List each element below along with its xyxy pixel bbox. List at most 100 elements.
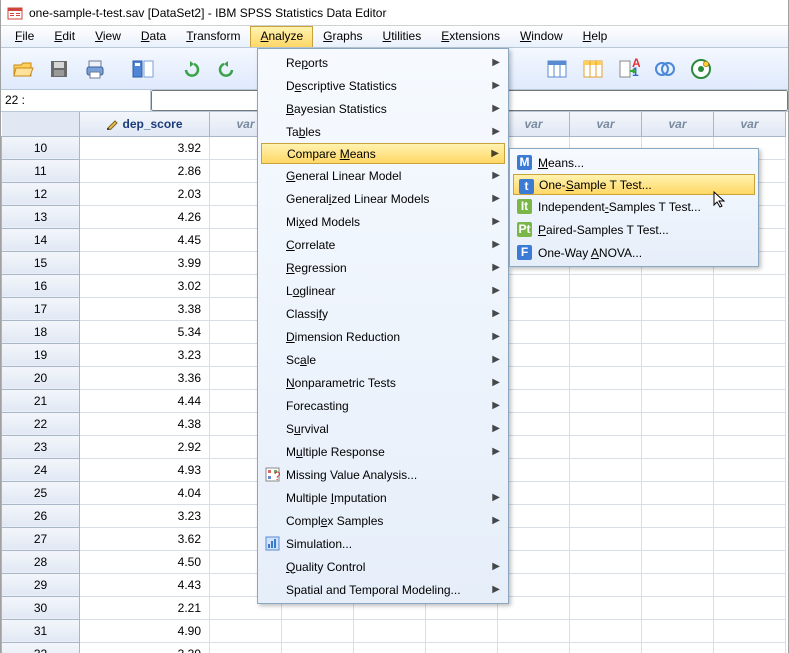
menu-item-simulation[interactable]: Simulation... <box>260 532 506 555</box>
menu-item-mixed-models[interactable]: Mixed Models▶ <box>260 210 506 233</box>
submenu-item-one-way-anova[interactable]: FOne-Way ANOVA... <box>512 241 756 264</box>
cell[interactable]: 3.38 <box>80 297 210 320</box>
cell-empty[interactable] <box>210 642 282 653</box>
menu-item-multiple-response[interactable]: Multiple Response▶ <box>260 440 506 463</box>
cell-empty[interactable] <box>714 481 786 504</box>
row-header[interactable]: 19 <box>2 343 80 366</box>
cell-empty[interactable] <box>714 389 786 412</box>
menu-item-quality-control[interactable]: Quality Control▶ <box>260 555 506 578</box>
cell-empty[interactable] <box>642 481 714 504</box>
menu-item-loglinear[interactable]: Loglinear▶ <box>260 279 506 302</box>
goto-case-button[interactable] <box>541 53 573 85</box>
column-header-empty[interactable]: var <box>570 112 642 136</box>
cell-empty[interactable] <box>642 550 714 573</box>
cell-empty[interactable] <box>714 458 786 481</box>
column-header-dep_score[interactable]: dep_score <box>80 112 210 136</box>
goto-var-button[interactable] <box>577 53 609 85</box>
cell-empty[interactable] <box>642 343 714 366</box>
menu-item-multiple-imputation[interactable]: Multiple Imputation▶ <box>260 486 506 509</box>
row-header[interactable]: 14 <box>2 228 80 251</box>
cell[interactable]: 3.39 <box>80 642 210 653</box>
cell-empty[interactable] <box>498 642 570 653</box>
cell[interactable]: 2.21 <box>80 596 210 619</box>
menu-window[interactable]: Window <box>510 26 573 47</box>
cell-empty[interactable] <box>642 642 714 653</box>
menu-extensions[interactable]: Extensions <box>431 26 510 47</box>
cell-empty[interactable] <box>642 274 714 297</box>
row-header[interactable]: 24 <box>2 458 80 481</box>
cell[interactable]: 3.23 <box>80 504 210 527</box>
cell-empty[interactable] <box>282 619 354 642</box>
recall-dialog-button[interactable] <box>127 53 159 85</box>
menu-item-missing-value-analysis[interactable]: ?Missing Value Analysis... <box>260 463 506 486</box>
cell-empty[interactable] <box>354 619 426 642</box>
row-header[interactable]: 13 <box>2 205 80 228</box>
row-header[interactable]: 10 <box>2 136 80 159</box>
cell-empty[interactable] <box>642 389 714 412</box>
menu-item-generalized-linear-models[interactable]: Generalized Linear Models▶ <box>260 187 506 210</box>
row-header[interactable]: 23 <box>2 435 80 458</box>
menu-item-descriptive-statistics[interactable]: Descriptive Statistics▶ <box>260 74 506 97</box>
menu-item-complex-samples[interactable]: Complex Samples▶ <box>260 509 506 532</box>
cell-empty[interactable] <box>714 435 786 458</box>
menu-item-nonparametric-tests[interactable]: Nonparametric Tests▶ <box>260 371 506 394</box>
cell-empty[interactable] <box>714 550 786 573</box>
cell-empty[interactable] <box>714 320 786 343</box>
menu-analyze[interactable]: Analyze <box>250 26 313 47</box>
submenu-item-means[interactable]: MMeans... <box>512 151 756 174</box>
column-header-empty[interactable]: var <box>642 112 714 136</box>
menu-item-forecasting[interactable]: Forecasting▶ <box>260 394 506 417</box>
cell-empty[interactable] <box>570 343 642 366</box>
cell-empty[interactable] <box>570 458 642 481</box>
cell[interactable]: 2.86 <box>80 159 210 182</box>
cell-empty[interactable] <box>642 527 714 550</box>
row-header[interactable]: 18 <box>2 320 80 343</box>
cell-empty[interactable] <box>570 527 642 550</box>
redo-button[interactable] <box>211 53 243 85</box>
cell[interactable]: 5.34 <box>80 320 210 343</box>
column-header-empty[interactable]: var <box>714 112 786 136</box>
cell-empty[interactable] <box>714 573 786 596</box>
menu-edit[interactable]: Edit <box>44 26 85 47</box>
cell-empty[interactable] <box>714 366 786 389</box>
cell-empty[interactable] <box>714 596 786 619</box>
cell-empty[interactable] <box>570 550 642 573</box>
menu-graphs[interactable]: Graphs <box>313 26 372 47</box>
row-header[interactable]: 15 <box>2 251 80 274</box>
menu-view[interactable]: View <box>85 26 131 47</box>
cell[interactable]: 4.93 <box>80 458 210 481</box>
cell-empty[interactable] <box>714 297 786 320</box>
cell-empty[interactable] <box>354 642 426 653</box>
cell-empty[interactable] <box>570 274 642 297</box>
cell-empty[interactable] <box>714 527 786 550</box>
cell[interactable]: 3.92 <box>80 136 210 159</box>
cell[interactable]: 4.50 <box>80 550 210 573</box>
cell-empty[interactable] <box>642 320 714 343</box>
menu-item-dimension-reduction[interactable]: Dimension Reduction▶ <box>260 325 506 348</box>
row-header[interactable]: 32 <box>2 642 80 653</box>
row-header[interactable]: 27 <box>2 527 80 550</box>
print-button[interactable] <box>79 53 111 85</box>
menu-item-bayesian-statistics[interactable]: Bayesian Statistics▶ <box>260 97 506 120</box>
cell[interactable]: 3.36 <box>80 366 210 389</box>
menu-transform[interactable]: Transform <box>176 26 250 47</box>
cell-empty[interactable] <box>642 619 714 642</box>
menu-item-survival[interactable]: Survival▶ <box>260 417 506 440</box>
cell-empty[interactable] <box>570 389 642 412</box>
cell-empty[interactable] <box>570 435 642 458</box>
cell-empty[interactable] <box>570 481 642 504</box>
cell-empty[interactable] <box>570 596 642 619</box>
row-header[interactable]: 22 <box>2 412 80 435</box>
menu-item-correlate[interactable]: Correlate▶ <box>260 233 506 256</box>
cell[interactable]: 4.90 <box>80 619 210 642</box>
menu-item-spatial-and-temporal-modeling[interactable]: Spatial and Temporal Modeling...▶ <box>260 578 506 601</box>
cell-empty[interactable] <box>426 619 498 642</box>
undo-button[interactable] <box>175 53 207 85</box>
cell[interactable]: 2.92 <box>80 435 210 458</box>
value-labels-button[interactable]: A1 <box>613 53 645 85</box>
run-target-button[interactable] <box>685 53 717 85</box>
cell[interactable]: 3.02 <box>80 274 210 297</box>
cell-empty[interactable] <box>570 320 642 343</box>
row-header[interactable]: 21 <box>2 389 80 412</box>
cell-empty[interactable] <box>498 619 570 642</box>
